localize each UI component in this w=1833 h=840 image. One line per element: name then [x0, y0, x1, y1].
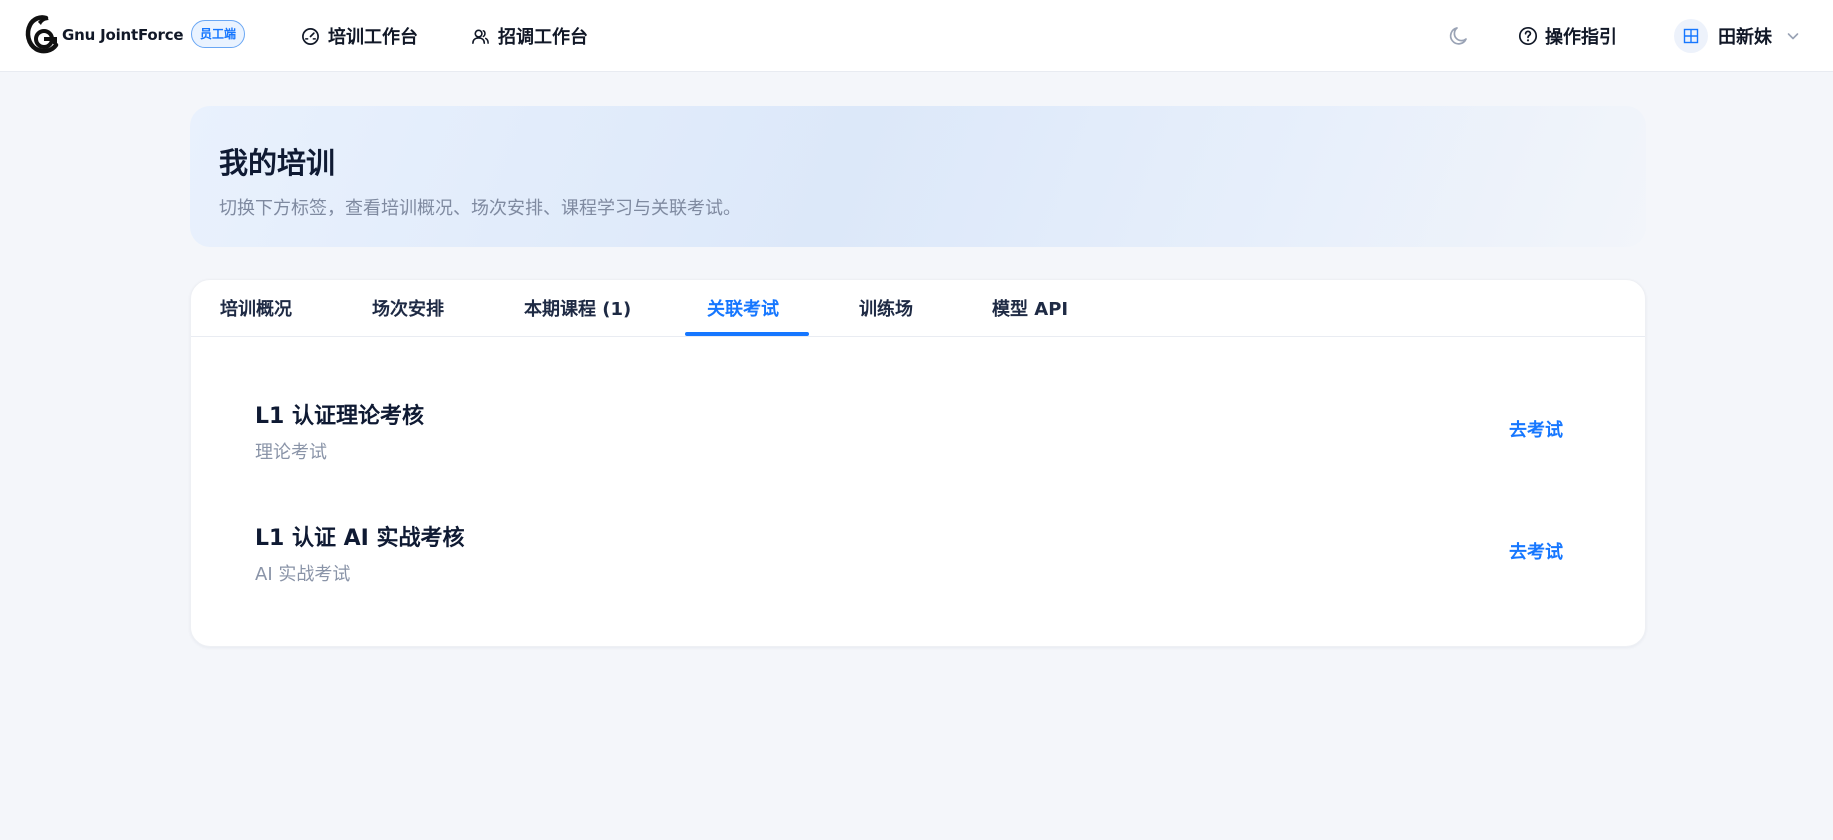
grid-icon [1683, 28, 1699, 44]
nav-recruitment-label: 招调工作台 [498, 27, 588, 48]
tab-courses[interactable]: 本期课程 (1) [524, 295, 631, 325]
go-exam-button[interactable]: 去考试 [1509, 416, 1563, 442]
nav-recruitment-workbench[interactable]: 招调工作台 [471, 20, 588, 52]
chevron-down-icon [1787, 33, 1799, 40]
page-hero: 我的培训 切换下方标签，查看培训概况、场次安排、课程学习与关联考试。 [190, 106, 1646, 247]
user-menu[interactable]: 田新妹 [1674, 18, 1800, 54]
tab-overview[interactable]: 培训概况 [220, 295, 292, 325]
brand-name: Gnu JointForce [62, 26, 184, 44]
help-guide-link[interactable]: 操作指引 [1518, 20, 1617, 52]
page-title: 我的培训 [219, 146, 336, 180]
exam-type: 理论考试 [255, 442, 327, 463]
exam-type: AI 实战考试 [255, 564, 351, 585]
brand-logo[interactable] [24, 14, 60, 56]
exam-title: L1 认证 AI 实战考核 [255, 526, 465, 551]
tab-sessions[interactable]: 场次安排 [372, 295, 444, 325]
moon-icon[interactable] [1447, 24, 1471, 48]
exam-title: L1 认证理论考核 [255, 404, 424, 429]
tab-related-exams[interactable]: 关联考试 [707, 295, 779, 325]
nav-training-label: 培训工作台 [328, 27, 418, 48]
user-name: 田新妹 [1718, 27, 1772, 48]
users-icon [472, 29, 489, 44]
nav-training-workbench[interactable]: 培训工作台 [301, 20, 418, 52]
dashboard-icon [302, 27, 319, 45]
tab-model-api[interactable]: 模型 API [992, 295, 1068, 325]
page-subtitle: 切换下方标签，查看培训概况、场次安排、课程学习与关联考试。 [219, 198, 741, 219]
help-guide-label: 操作指引 [1545, 27, 1617, 48]
list-item: L1 认证理论考核 理论考试 去考试 [255, 398, 1583, 478]
active-tab-indicator [685, 332, 809, 336]
role-badge: 员工端 [191, 20, 246, 48]
tab-practice-ground[interactable]: 训练场 [859, 295, 913, 325]
go-exam-button[interactable]: 去考试 [1509, 538, 1563, 564]
training-card: 培训概况 场次安排 本期课程 (1) 关联考试 训练场 模型 API L1 认证… [190, 279, 1646, 647]
question-circle-icon [1518, 26, 1538, 46]
list-item: L1 认证 AI 实战考核 AI 实战考试 去考试 [255, 520, 1583, 600]
tab-bar: 培训概况 场次安排 本期课程 (1) 关联考试 训练场 模型 API [191, 280, 1645, 337]
top-bar: Gnu JointForce 员工端 培训工作台 招调工作台 操作指引 田新妹 [0, 0, 1833, 72]
avatar [1674, 19, 1708, 53]
